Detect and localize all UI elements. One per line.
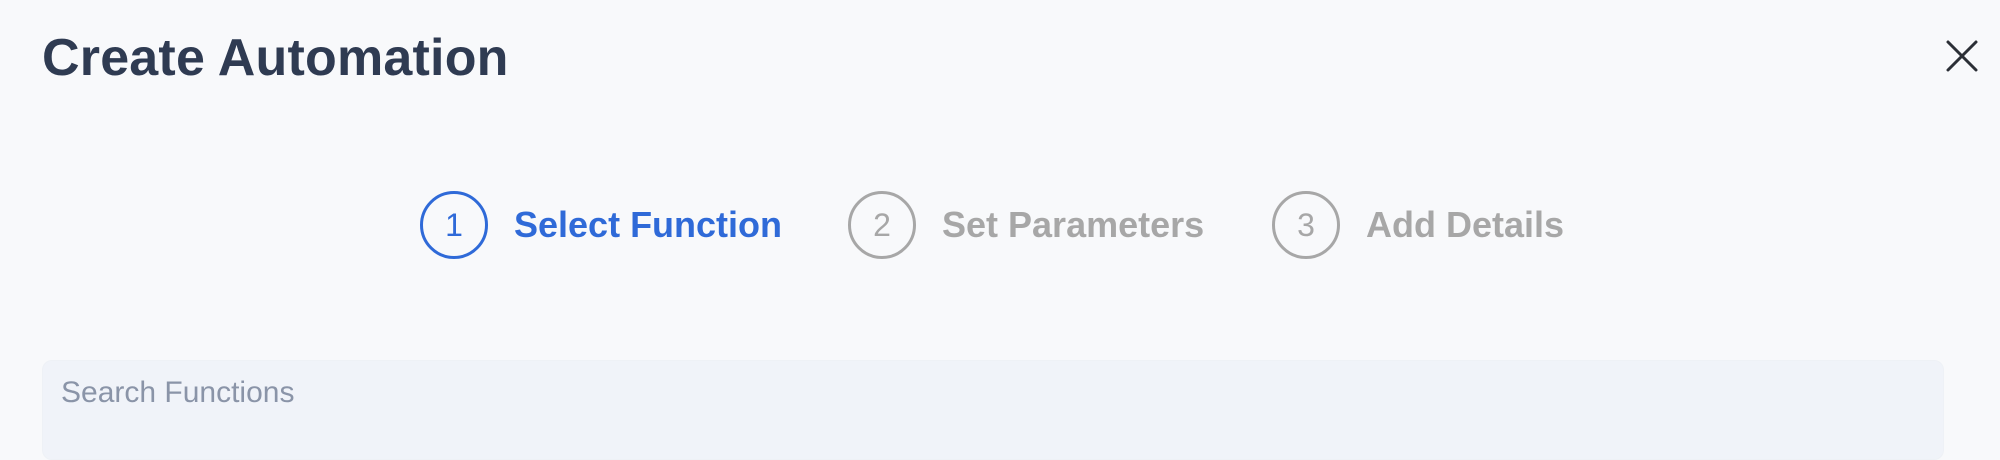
step-number-badge: 2 (848, 191, 916, 259)
create-automation-modal: Create Automation 1 Select Function 2 Se… (0, 0, 2000, 460)
step-label: Select Function (514, 204, 783, 245)
step-select-function[interactable]: 1 Select Function (420, 186, 782, 264)
step-progress: 1 Select Function 2 Set Parameters 3 Add… (420, 186, 1580, 264)
step-number-badge: 1 (420, 191, 488, 259)
modal-title: Create Automation (42, 29, 509, 87)
step-set-parameters[interactable]: 2 Set Parameters (848, 186, 1204, 264)
step-add-details[interactable]: 3 Add Details (1272, 186, 1564, 264)
step-label: Set Parameters (942, 204, 1205, 245)
step-number-badge: 3 (1272, 191, 1340, 259)
close-button[interactable] (1944, 38, 1980, 74)
search-container (42, 360, 1944, 460)
search-input[interactable] (43, 361, 1943, 459)
close-icon (1946, 40, 1978, 72)
step-label: Add Details (1366, 204, 1565, 245)
